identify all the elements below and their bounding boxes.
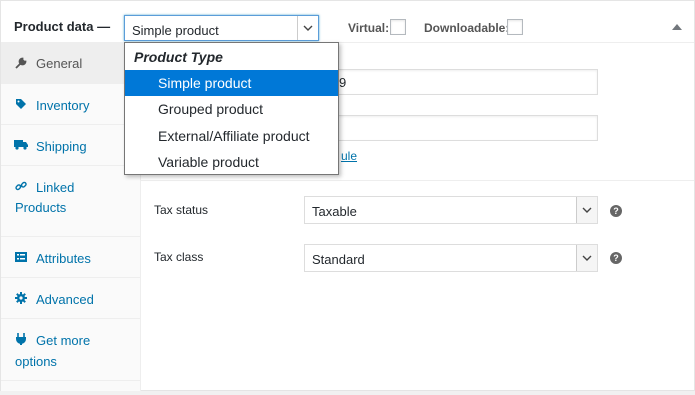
tax-status-value: Taxable bbox=[312, 204, 357, 219]
regular-price-value: 9 bbox=[339, 75, 347, 90]
tab-get-more-label-2: options bbox=[15, 354, 57, 369]
sale-price-input[interactable] bbox=[304, 115, 598, 141]
tab-inventory[interactable]: Inventory bbox=[1, 84, 140, 125]
option-external-affiliate-product[interactable]: External/Affiliate product bbox=[125, 123, 338, 149]
tab-linked-label-2: Products bbox=[15, 200, 67, 215]
list-icon bbox=[14, 251, 28, 266]
product-type-select[interactable]: Simple product bbox=[124, 15, 319, 41]
tab-linked-products[interactable]: Linked Products bbox=[1, 166, 140, 237]
gear-icon bbox=[14, 292, 28, 307]
tab-attributes-label: Attributes bbox=[36, 251, 91, 266]
tag-icon bbox=[14, 98, 28, 113]
schedule-link[interactable]: ule bbox=[341, 149, 357, 163]
tab-shipping-label: Shipping bbox=[36, 139, 87, 154]
product-type-value: Simple product bbox=[132, 23, 219, 38]
chevron-down-icon[interactable] bbox=[576, 245, 597, 271]
tab-general-label: General bbox=[36, 56, 83, 71]
panel-title: Product data — bbox=[14, 19, 111, 34]
tax-class-label: Tax class bbox=[154, 250, 204, 264]
chevron-down-icon[interactable] bbox=[576, 197, 597, 223]
plugin-icon bbox=[14, 333, 28, 348]
tab-linked-label: Linked bbox=[36, 180, 75, 195]
tab-attributes[interactable]: Attributes bbox=[1, 237, 140, 278]
help-icon[interactable]: ? bbox=[610, 205, 622, 217]
regular-price-input[interactable] bbox=[304, 69, 598, 95]
tab-inventory-label: Inventory bbox=[36, 98, 90, 113]
tab-shipping[interactable]: Shipping bbox=[1, 125, 140, 166]
tab-get-more-options[interactable]: Get more options bbox=[1, 319, 140, 381]
product-data-tabs: General Inventory Shipping Linked Produc… bbox=[1, 43, 141, 391]
tax-status-select[interactable]: Taxable bbox=[304, 196, 598, 224]
product-data-panel: Product data — Simple product Virtual: D… bbox=[0, 0, 695, 391]
tab-get-more-label: Get more bbox=[36, 333, 91, 348]
tax-class-select[interactable]: Standard bbox=[304, 244, 598, 272]
option-grouped-product[interactable]: Grouped product bbox=[125, 96, 338, 122]
product-type-dropdown: Product Type Simple product Grouped prod… bbox=[124, 42, 339, 175]
truck-icon bbox=[14, 139, 28, 153]
virtual-label: Virtual: bbox=[348, 21, 390, 35]
downloadable-checkbox[interactable] bbox=[507, 19, 523, 35]
wrench-icon bbox=[14, 57, 28, 72]
option-variable-product[interactable]: Variable product bbox=[125, 149, 338, 175]
tab-advanced[interactable]: Advanced bbox=[1, 278, 140, 319]
link-icon bbox=[14, 180, 28, 195]
dropdown-group-label: Product Type bbox=[134, 49, 223, 65]
tax-class-value: Standard bbox=[312, 252, 365, 267]
collapse-toggle-icon[interactable] bbox=[672, 22, 682, 33]
option-simple-product[interactable]: Simple product bbox=[125, 70, 338, 96]
chevron-down-icon[interactable] bbox=[297, 16, 318, 40]
tab-general[interactable]: General bbox=[1, 43, 140, 84]
tax-status-label: Tax status bbox=[154, 203, 209, 217]
downloadable-label: Downloadable: bbox=[424, 21, 510, 35]
section-divider bbox=[141, 180, 694, 181]
virtual-checkbox[interactable] bbox=[390, 19, 406, 35]
help-icon[interactable]: ? bbox=[610, 252, 622, 264]
tab-advanced-label: Advanced bbox=[36, 292, 94, 307]
panel-header: Product data — Simple product Virtual: D… bbox=[1, 1, 694, 43]
